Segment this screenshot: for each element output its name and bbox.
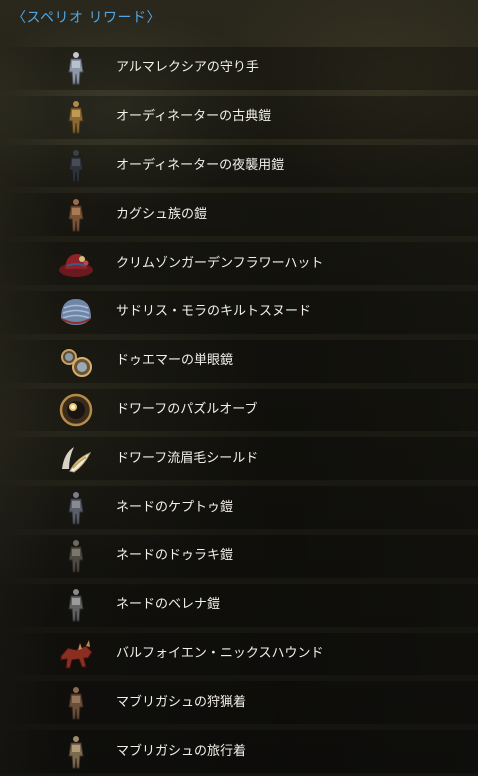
- reward-item[interactable]: ネードのケプトゥ鎧: [0, 483, 478, 532]
- reward-item[interactable]: ネードのベレナ鎧: [0, 581, 478, 630]
- reward-item[interactable]: クリムゾンガーデンフラワーハット: [0, 239, 478, 288]
- armor-figure-icon: [56, 585, 96, 625]
- reward-label: アルマレクシアの守り手: [116, 60, 259, 76]
- reward-item[interactable]: ドワーフのパズルオーブ: [0, 386, 478, 435]
- reward-item[interactable]: バルフォイエン・ニックスハウンド: [0, 630, 478, 679]
- reward-label: クリムゾンガーデンフラワーハット: [116, 255, 324, 271]
- reward-label: オーディネーターの古典鎧: [116, 109, 272, 125]
- reward-item[interactable]: マブリガシュの旅行着: [0, 727, 478, 776]
- orb-icon: [56, 390, 96, 430]
- reward-label: ネードのドゥラキ鎧: [116, 548, 234, 564]
- armor-figure-icon: [56, 146, 96, 186]
- reward-item[interactable]: オーディネーターの夜襲用鎧: [0, 142, 478, 191]
- reward-item[interactable]: オーディネーターの古典鎧: [0, 93, 478, 142]
- reward-item[interactable]: ネードのドゥラキ鎧: [0, 532, 478, 581]
- reward-label: バルフォイエン・ニックスハウンド: [116, 645, 324, 661]
- armor-figure-icon: [56, 48, 96, 88]
- reward-item[interactable]: ドゥエマーの単眼鏡: [0, 337, 478, 386]
- reward-label: オーディネーターの夜襲用鎧: [116, 157, 285, 173]
- reward-label: カグシュ族の鎧: [116, 206, 208, 222]
- reward-label: ドゥエマーの単眼鏡: [116, 353, 234, 369]
- rewards-header: 〈スペリオ リワード〉: [12, 10, 161, 26]
- reward-label: サドリス・モラのキルトスヌード: [116, 304, 312, 320]
- reward-label: マブリガシュの旅行着: [116, 743, 247, 759]
- reward-label: ネードのベレナ鎧: [116, 597, 221, 613]
- reward-label: ドワーフのパズルオーブ: [116, 401, 258, 417]
- reward-label: ドワーフ流眉毛シールド: [116, 450, 259, 466]
- reward-label: ネードのケプトゥ鎧: [116, 499, 234, 515]
- nixhound-icon: [56, 634, 96, 674]
- rewards-list: アルマレクシアの守り手 オーディネーターの古典鎧 オーディネーターの夜襲用鎧 カ…: [0, 44, 478, 776]
- monocle-icon: [56, 341, 96, 381]
- reward-item[interactable]: ドワーフ流眉毛シールド: [0, 434, 478, 483]
- reward-item[interactable]: アルマレクシアの守り手: [0, 44, 478, 93]
- reward-label: マブリガシュの狩猟着: [116, 694, 247, 710]
- armor-figure-icon: [56, 488, 96, 528]
- armor-figure-icon: [56, 683, 96, 723]
- hat-icon: [56, 244, 96, 284]
- armor-figure-icon: [56, 97, 96, 137]
- armor-figure-icon: [56, 536, 96, 576]
- armor-figure-icon: [56, 732, 96, 772]
- armor-figure-icon: [56, 195, 96, 235]
- reward-item[interactable]: サドリス・モラのキルトスヌード: [0, 288, 478, 337]
- snood-icon: [56, 292, 96, 332]
- brow-shield-icon: [56, 439, 96, 479]
- reward-item[interactable]: カグシュ族の鎧: [0, 190, 478, 239]
- reward-item[interactable]: マブリガシュの狩猟着: [0, 678, 478, 727]
